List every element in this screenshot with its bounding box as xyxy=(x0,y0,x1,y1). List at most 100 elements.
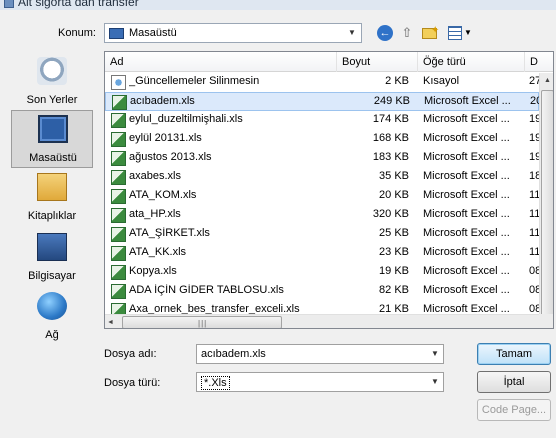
file-size: 174 KB xyxy=(372,113,409,125)
excel-file-icon xyxy=(111,227,126,242)
scroll-left-icon[interactable]: ◄ xyxy=(107,315,114,328)
desktop-icon xyxy=(38,115,68,143)
horizontal-scrollbar[interactable]: ◄ ||| xyxy=(105,314,539,328)
shortcut-icon xyxy=(111,75,126,90)
view-details-icon xyxy=(448,26,462,40)
file-size: 168 KB xyxy=(372,132,409,144)
view-menu-button[interactable]: ▼ xyxy=(446,23,474,43)
column-header-type[interactable]: Öğe türü xyxy=(418,52,525,72)
back-button[interactable]: ← xyxy=(376,23,394,43)
filename-combo[interactable]: acıbadem.xls ▼ xyxy=(196,344,444,364)
file-type: Microsoft Excel ... xyxy=(424,95,511,107)
chevron-down-icon: ▼ xyxy=(464,28,472,37)
file-date: 19 xyxy=(529,151,539,163)
file-date: 08 xyxy=(529,284,539,296)
file-row[interactable]: acıbadem.xls249 KBMicrosoft Excel ...20 xyxy=(105,92,540,111)
up-arrow-icon: ⇧ xyxy=(401,25,413,40)
file-row[interactable]: axabes.xls 35 KB Microsoft Excel ... 18 xyxy=(105,168,539,187)
up-folder-button[interactable]: ⇧ xyxy=(398,23,416,43)
grip-icon: ||| xyxy=(198,319,208,328)
file-size: 25 KB xyxy=(379,227,409,239)
place-libraries[interactable]: Kitaplıklar xyxy=(11,169,93,227)
file-size: 82 KB xyxy=(379,284,409,296)
place-label: Kitaplıklar xyxy=(27,210,77,222)
file-name: ADA İÇİN GİDER TABLOSU.xls xyxy=(129,284,284,296)
column-header-date[interactable]: D xyxy=(525,52,553,72)
file-size: 320 KB xyxy=(372,208,409,220)
file-row[interactable]: ADA İÇİN GİDER TABLOSU.xls 82 KB Microsoft… xyxy=(105,282,539,301)
file-type: Microsoft Excel ... xyxy=(423,132,510,144)
place-network[interactable]: Ağ xyxy=(11,288,93,346)
excel-file-icon xyxy=(112,95,127,110)
file-name: ATA_KK.xls xyxy=(129,246,187,258)
file-row[interactable]: ATA_KOM.xls 20 KB Microsoft Excel ... 11 xyxy=(105,187,539,206)
excel-file-icon xyxy=(111,170,126,185)
file-row[interactable]: Kopya.xls 19 KB Microsoft Excel ... 08 xyxy=(105,263,539,282)
file-date: 08 xyxy=(529,265,539,277)
file-name: Kopya.xls xyxy=(129,265,177,277)
file-type: Microsoft Excel ... xyxy=(423,113,510,125)
file-type: Microsoft Excel ... xyxy=(423,189,510,201)
place-desktop[interactable]: Masaüstü xyxy=(11,110,93,168)
location-label: Konum: xyxy=(58,27,96,39)
file-date: 19 xyxy=(529,113,539,125)
excel-file-icon xyxy=(111,113,126,128)
scroll-thumb[interactable] xyxy=(541,90,553,316)
filename-value: acıbadem.xls xyxy=(201,348,266,360)
column-header-name[interactable]: Ad xyxy=(105,52,337,72)
file-size: 23 KB xyxy=(379,246,409,258)
scroll-up-icon[interactable]: ▲ xyxy=(540,73,553,89)
file-type: Microsoft Excel ... xyxy=(423,265,510,277)
file-row[interactable]: ata_HP.xls 320 KB Microsoft Excel ... 11 xyxy=(105,206,539,225)
chevron-down-icon[interactable]: ▼ xyxy=(427,373,443,391)
file-row[interactable]: ATA_ŞİRKET.xls 25 KB Microsoft Excel ... 11 xyxy=(105,225,539,244)
computer-icon xyxy=(37,233,67,261)
excel-file-icon xyxy=(111,284,126,299)
chevron-down-icon[interactable]: ▼ xyxy=(427,345,443,363)
file-type: Microsoft Excel ... xyxy=(423,151,510,163)
file-type: Microsoft Excel ... xyxy=(423,227,510,239)
file-size: 20 KB xyxy=(379,189,409,201)
file-name: ATA_ŞİRKET.xls xyxy=(129,227,210,239)
file-name: axabes.xls xyxy=(129,170,181,182)
chevron-down-icon[interactable]: ▼ xyxy=(343,24,361,42)
file-date: 19 xyxy=(529,132,539,144)
file-row[interactable]: _Güncellemeler Silinmesin 2 KB Kısayol 27 xyxy=(105,73,539,92)
file-name: eylul_duzeltilmişhali.xls xyxy=(129,113,243,125)
file-row[interactable]: ATA_KK.xls 23 KB Microsoft Excel ... 11 xyxy=(105,244,539,263)
file-row[interactable]: eylul_duzeltilmişhali.xls 174 KB Microsoft… xyxy=(105,111,539,130)
file-date: 27 xyxy=(529,75,539,87)
scroll-corner xyxy=(539,314,553,328)
file-name: _Güncellemeler Silinmesin xyxy=(129,75,260,87)
scroll-thumb[interactable]: ||| xyxy=(122,316,282,328)
new-folder-button[interactable]: ✦ xyxy=(420,23,440,43)
place-label: Masaüstü xyxy=(29,152,77,164)
back-arrow-icon: ← xyxy=(377,25,393,41)
app-icon xyxy=(4,0,14,8)
recent-places-icon xyxy=(37,57,67,85)
file-size: 35 KB xyxy=(379,170,409,182)
file-name: acıbadem.xls xyxy=(130,95,195,107)
file-list[interactable]: Ad Boyut Öğe türü D _Güncellemeler Silin… xyxy=(104,51,554,329)
place-label: Ağ xyxy=(45,329,59,341)
file-type: Microsoft Excel ... xyxy=(423,170,510,182)
window-title: Alt sigorta dan transfer xyxy=(18,0,139,9)
filetype-combo[interactable]: *.Xls ▼ xyxy=(196,372,444,392)
file-type: Microsoft Excel ... xyxy=(423,208,510,220)
cancel-button[interactable]: İptal xyxy=(477,371,551,393)
column-header-size[interactable]: Boyut xyxy=(337,52,418,72)
file-name: ATA_KOM.xls xyxy=(129,189,197,201)
excel-file-icon xyxy=(111,246,126,261)
location-combo[interactable]: Masaüstü ▼ xyxy=(104,23,362,43)
file-row[interactable]: eylül 20131.xls 168 KB Microsoft Excel ...… xyxy=(105,130,539,149)
file-row[interactable]: ağustos 2013.xls 183 KB Microsoft Excel ..… xyxy=(105,149,539,168)
sparkle-icon: ✦ xyxy=(431,25,440,36)
file-name: eylül 20131.xls xyxy=(129,132,202,144)
vertical-scrollbar[interactable]: ▲ xyxy=(539,73,553,316)
code-page-button[interactable]: Code Page... xyxy=(477,399,551,421)
place-recent[interactable]: Son Yerler xyxy=(11,53,93,111)
place-computer[interactable]: Bilgisayar xyxy=(11,229,93,287)
filename-label: Dosya adı: xyxy=(104,348,157,360)
ok-button[interactable]: Tamam xyxy=(477,343,551,365)
file-type: Microsoft Excel ... xyxy=(423,284,510,296)
